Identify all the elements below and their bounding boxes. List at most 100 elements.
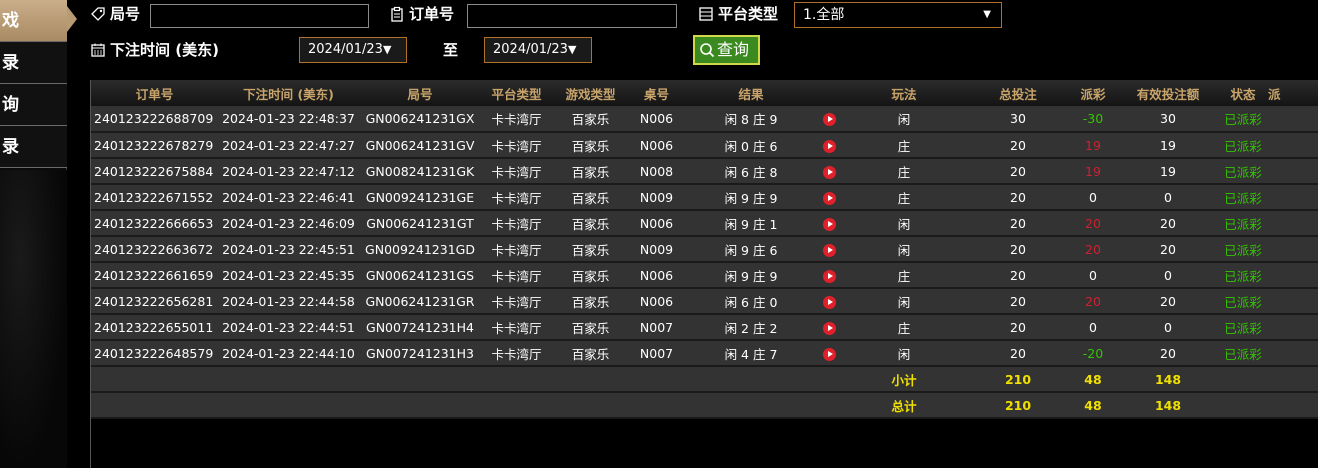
result-cell: 闲 6 庄 0 — [724, 294, 778, 310]
order-cell: 240123222671552 — [94, 189, 214, 205]
extra-cell — [1268, 288, 1318, 314]
col-header-video — [818, 80, 840, 106]
play-video-icon[interactable] — [822, 191, 836, 205]
result-cell: 闲 6 庄 8 — [724, 164, 778, 180]
sidebar-item-record-2[interactable]: 录 — [0, 126, 67, 168]
bet-cell: 30 — [1010, 111, 1026, 126]
to-label-text: 至 — [443, 41, 459, 59]
bet-cell: 20 — [1010, 319, 1026, 335]
table-row: 240123222648579 2024-01-23 22:44:10 GN0072… — [91, 340, 1318, 366]
subtotal-row: 小计 210 48 148 — [91, 366, 1318, 392]
query-button[interactable]: 查询 — [693, 35, 760, 65]
time-cell: 2024-01-23 22:44:51 — [222, 319, 355, 335]
valid-bet-cell: 20 — [1160, 215, 1176, 231]
play-video-icon[interactable] — [822, 165, 836, 179]
play-type-cell: 庄 — [897, 320, 911, 336]
video-cell — [818, 132, 840, 158]
sidebar-item-game[interactable]: 戏 — [0, 0, 77, 42]
date-to-picker[interactable]: 2024/01/23▼ — [484, 37, 592, 63]
extra-cell — [1268, 106, 1318, 132]
play-video-icon[interactable] — [822, 113, 836, 126]
round-cell: GN006241231GR — [365, 293, 475, 309]
time-cell: 2024-01-23 22:47:27 — [222, 137, 355, 153]
payout-cell: 20 — [1085, 293, 1101, 309]
platform-cell: 卡卡湾厅 — [491, 346, 542, 362]
play-video-icon[interactable] — [822, 269, 836, 283]
play-type-cell: 闲 — [897, 242, 911, 258]
round-label: 局号 — [90, 3, 140, 24]
status-cell: 已派彩 — [1224, 268, 1262, 284]
play-video-icon[interactable] — [822, 217, 836, 231]
platform-label: 平台类型 — [698, 3, 778, 24]
platform-select[interactable]: 1.全部 ▼ — [794, 2, 1002, 28]
valid-bet-cell: 0 — [1164, 189, 1172, 205]
bet-cell: 20 — [1010, 163, 1026, 179]
table-row: 240123222655011 2024-01-23 22:44:51 GN0072… — [91, 314, 1318, 340]
col-header-game: 游戏类型 — [565, 86, 616, 102]
play-video-icon[interactable] — [822, 347, 836, 361]
game-cell: 百家乐 — [571, 346, 610, 362]
round-cell: GN006241231GS — [365, 267, 475, 283]
table-no-cell: N006 — [639, 267, 674, 283]
status-cell: 已派彩 — [1224, 242, 1262, 258]
result-cell: 闲 4 庄 7 — [724, 346, 778, 362]
sidebar-item-query[interactable]: 询 — [0, 84, 67, 126]
platform-cell: 卡卡湾厅 — [491, 190, 542, 206]
valid-bet-cell: 0 — [1164, 267, 1172, 283]
platform-cell: 卡卡湾厅 — [491, 164, 542, 180]
result-cell: 闲 0 庄 6 — [724, 138, 778, 154]
play-type-cell: 庄 — [897, 190, 911, 206]
chevron-down-icon: ▼ — [983, 9, 991, 20]
status-cell: 已派彩 — [1224, 346, 1262, 362]
round-cell: GN007241231H4 — [366, 319, 474, 335]
bet-cell: 20 — [1010, 293, 1026, 309]
table-no-cell: N007 — [639, 345, 674, 361]
extra-cell — [1268, 314, 1318, 340]
play-video-icon[interactable] — [822, 139, 836, 153]
order-input[interactable] — [467, 4, 677, 28]
valid-bet-cell: 0 — [1164, 319, 1172, 335]
result-cell: 闲 9 庄 9 — [724, 268, 778, 284]
time-label: 下注时间 (美东) — [90, 39, 219, 60]
table-no-cell: N007 — [639, 319, 674, 335]
summary-valid: 148 — [1154, 397, 1182, 413]
round-label-text: 局号 — [110, 5, 141, 23]
status-cell: 已派彩 — [1224, 164, 1262, 180]
round-cell: GN006241231GV — [365, 137, 475, 153]
summary-payout: 48 — [1084, 397, 1102, 413]
platform-cell: 卡卡湾厅 — [491, 138, 542, 154]
play-video-icon[interactable] — [822, 243, 836, 257]
play-video-icon[interactable] — [822, 295, 836, 309]
status-cell: 已派彩 — [1224, 112, 1262, 127]
game-cell: 百家乐 — [571, 164, 610, 180]
payout-cell: 0 — [1089, 319, 1097, 335]
status-cell: 已派彩 — [1224, 320, 1262, 336]
result-cell: 闲 9 庄 9 — [724, 190, 778, 206]
summary-bet: 210 — [1004, 371, 1032, 387]
result-cell: 闲 2 庄 2 — [724, 320, 778, 336]
time-cell: 2024-01-23 22:46:41 — [222, 189, 355, 205]
result-cell: 闲 9 庄 6 — [724, 242, 778, 258]
table-no-cell: N006 — [639, 137, 674, 153]
play-type-cell: 庄 — [897, 138, 911, 154]
col-header-extra: 派 — [1268, 86, 1281, 102]
sidebar-item-record[interactable]: 录 — [0, 42, 67, 84]
round-cell: GN006241231GX — [365, 111, 475, 126]
date-from-value: 2024/01/23 — [308, 42, 383, 57]
col-header-result: 结果 — [738, 86, 764, 102]
order-cell: 240123222648579 — [94, 345, 214, 361]
bet-cell: 20 — [1010, 241, 1026, 257]
round-cell: GN008241231GK — [365, 163, 475, 179]
summary-valid: 148 — [1154, 371, 1182, 387]
date-from-picker[interactable]: 2024/01/23▼ — [299, 37, 407, 63]
search-icon — [700, 43, 715, 58]
round-input[interactable] — [150, 4, 369, 28]
play-video-icon[interactable] — [822, 321, 836, 335]
summary-blank — [91, 366, 840, 392]
table-row: 240123222675884 2024-01-23 22:47:12 GN0082… — [91, 158, 1318, 184]
table-row: 240123222671552 2024-01-23 22:46:41 GN0092… — [91, 184, 1318, 210]
platform-select-value: 1.全部 — [803, 7, 845, 23]
extra-cell — [1268, 236, 1318, 262]
summary-bet: 210 — [1004, 397, 1032, 413]
table-no-cell: N009 — [639, 241, 674, 257]
